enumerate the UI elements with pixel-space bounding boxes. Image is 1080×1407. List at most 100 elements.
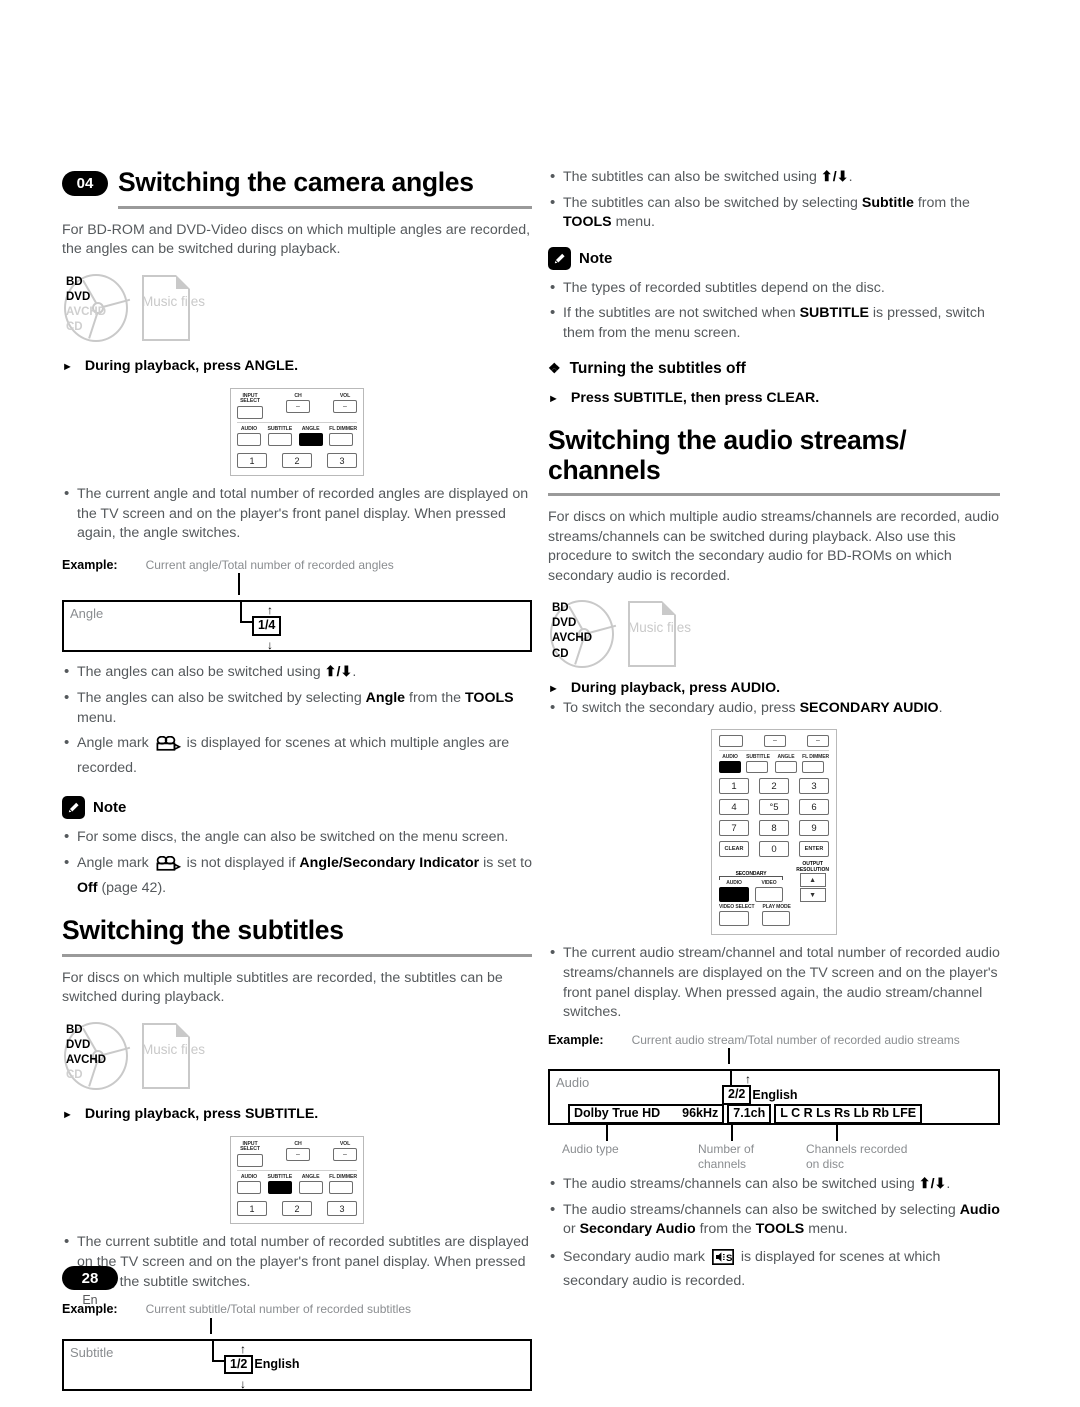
remote-key-7: 7 bbox=[719, 820, 749, 837]
callout-number-of-channels: Number of channels bbox=[698, 1142, 755, 1172]
example-audio-type-chip: Dolby True HD 96kHz bbox=[568, 1104, 725, 1124]
down-arrow-icon: ↓ bbox=[267, 638, 273, 653]
remote-key-enter: ENTER bbox=[799, 841, 829, 858]
music-files-label: Music files bbox=[628, 620, 692, 636]
pencil-note-icon bbox=[548, 246, 571, 270]
remote-key-1: 1 bbox=[719, 778, 749, 795]
example-label: Example: bbox=[62, 558, 118, 573]
example-chip-language: English bbox=[254, 1357, 300, 1372]
camera-angles-intro: For BD-ROM and DVD-Video discs on which … bbox=[62, 221, 531, 258]
audio-streams-bullets: The current audio stream/channel and tot… bbox=[548, 943, 1000, 1022]
note-block-angles: Note For some discs, the angle can also … bbox=[62, 796, 532, 898]
remote-key-video-select: VIDEO SELECT bbox=[719, 904, 755, 927]
list-item: For some discs, the angle can also be sw… bbox=[62, 827, 532, 848]
subtitles-bullets-2: The subtitles can also be switched using… bbox=[548, 167, 1000, 233]
callout-channels-recorded: Channels recorded on disc bbox=[806, 1142, 908, 1172]
title-rule bbox=[548, 493, 1000, 497]
section-audio-streams-header: Switching the audio streams/ channels bbox=[548, 425, 1000, 497]
example-caption: Current subtitle/Total number of recorde… bbox=[145, 1302, 412, 1317]
title-rule bbox=[62, 953, 532, 957]
remote-key-resolution-up: ▲ bbox=[799, 873, 826, 888]
remote-key-fl-dimmer: FL DIMMER bbox=[802, 754, 829, 774]
remote-key-3: 3 bbox=[327, 453, 357, 469]
note-block-subtitles: Note The types of recorded subtitles dep… bbox=[548, 246, 1000, 344]
remote-key-vol: VOL – bbox=[333, 1141, 357, 1167]
disc-label-avchd: AVCHD bbox=[552, 632, 593, 645]
example-screen-label: Audio bbox=[556, 1075, 590, 1091]
section-camera-angles-header: 04 Switching the camera angles bbox=[62, 167, 532, 209]
disc-label-cd: CD bbox=[66, 1069, 83, 1082]
disc-label-dvd: DVD bbox=[66, 1038, 91, 1051]
example-screen-label: Subtitle bbox=[70, 1344, 114, 1360]
angle-mark-icon bbox=[155, 735, 181, 759]
up-arrow-icon: ↑ bbox=[240, 1341, 246, 1356]
list-item: The audio streams/channels can also be s… bbox=[548, 1200, 1000, 1240]
remote-key-audio: AUDIO bbox=[237, 1174, 261, 1195]
disc-icon: BD DVD AVCHD CD bbox=[62, 1020, 134, 1092]
updown-arrows: ⬆/⬇ bbox=[820, 169, 849, 185]
disc-label-cd: CD bbox=[66, 321, 83, 334]
up-arrow-icon: ↑ bbox=[267, 603, 273, 618]
step-text: During playback, press ANGLE. bbox=[84, 357, 299, 374]
remote-key-subtitle: SUBTITLE bbox=[746, 754, 770, 774]
list-item: The subtitles can also be switched using… bbox=[548, 167, 1000, 188]
list-item: Secondary audio mark S is displayed for … bbox=[548, 1247, 1000, 1291]
step-text: Press SUBTITLE, then press CLEAR. bbox=[570, 389, 820, 406]
audio-streams-bullets-2: The audio streams/channels can also be s… bbox=[548, 1174, 1000, 1291]
list-item: If the subtitles are not switched when S… bbox=[548, 303, 1000, 343]
remote-key-ch: – bbox=[764, 734, 786, 747]
manual-page: 04 Switching the camera angles For BD-RO… bbox=[0, 0, 1080, 1407]
step-press-subtitle-clear: ► Press SUBTITLE, then press CLEAR. bbox=[548, 390, 1000, 406]
remote-key-3: 3 bbox=[327, 1201, 357, 1217]
secondary-audio-mark-icon: S bbox=[711, 1248, 735, 1272]
remote-key-4: 4 bbox=[719, 799, 749, 816]
media-support-icons-audio: BD DVD AVCHD CD Music files bbox=[548, 598, 1000, 670]
disc-label-dvd: DVD bbox=[552, 617, 577, 630]
example-chip-audio: 2/2 bbox=[722, 1085, 752, 1105]
note-items-angles: For some discs, the angle can also be sw… bbox=[62, 827, 532, 898]
camera-angles-bullets: The current angle and total number of re… bbox=[62, 484, 532, 544]
remote-key-5: °5 bbox=[759, 799, 789, 816]
disc-label-bd: BD bbox=[66, 1023, 83, 1036]
triangle-bullet-icon: ► bbox=[62, 360, 73, 373]
triangle-bullet-icon: ► bbox=[62, 1108, 73, 1121]
example-screen-subtitle: Subtitle 1/2 English ↑ ↓ bbox=[62, 1338, 532, 1391]
step-text: During playback, press SUBTITLE. bbox=[84, 1105, 319, 1122]
list-item: The current subtitle and total number of… bbox=[62, 1232, 532, 1292]
up-arrow-icon: ↑ bbox=[745, 1072, 751, 1087]
svg-text:S: S bbox=[726, 1253, 733, 1264]
example-angle-display: Example: Current angle/Total number of r… bbox=[62, 558, 532, 653]
remote-key-input-select bbox=[719, 734, 743, 747]
step-press-subtitle: ► During playback, press SUBTITLE. bbox=[62, 1106, 532, 1122]
example-screen-angle: Angle 1/4 ↑ ↓ bbox=[62, 600, 532, 653]
music-files-label: Music files bbox=[142, 1041, 206, 1057]
disc-label-avchd: AVCHD bbox=[66, 305, 107, 318]
page-title-camera-angles: Switching the camera angles bbox=[118, 167, 474, 197]
angle-mark-icon bbox=[155, 855, 181, 879]
example-channels-chip: 7.1ch bbox=[727, 1104, 772, 1124]
section-subtitles-header: Switching the subtitles bbox=[62, 915, 532, 957]
remote-key-angle: ANGLE bbox=[775, 754, 797, 774]
remote-key-secondary-video: VIDEO bbox=[755, 880, 783, 903]
list-item: The subtitles can also be switched by se… bbox=[548, 193, 1000, 233]
title-rule bbox=[118, 205, 532, 209]
pencil-note-icon bbox=[62, 796, 85, 820]
remote-key-fl-dimmer: FL DIMMER bbox=[329, 1174, 357, 1195]
callout-audio-type: Audio type bbox=[562, 1142, 619, 1157]
step-press-angle: ► During playback, press ANGLE. bbox=[62, 358, 532, 374]
remote-key-1: 1 bbox=[237, 453, 267, 469]
example-caption: Current angle/Total number of recorded a… bbox=[145, 558, 394, 573]
media-support-icons-subtitles: BD DVD AVCHD CD Music files bbox=[62, 1020, 532, 1092]
remote-key-play-mode: PLAY MODE bbox=[762, 904, 791, 927]
remote-key-subtitle: SUBTITLE bbox=[267, 426, 292, 447]
disc-label-avchd: AVCHD bbox=[66, 1054, 107, 1067]
page-number-badge: 28 bbox=[62, 1266, 118, 1290]
subheading-turning-subtitles-off: ❖ Turning the subtitles off bbox=[548, 359, 746, 377]
example-audio-display: Example: Current audio stream/Total numb… bbox=[548, 1032, 1000, 1171]
subtitles-intro: For discs on which multiple subtitles ar… bbox=[62, 969, 503, 1006]
remote-key-1: 1 bbox=[237, 1201, 267, 1217]
example-caption: Current audio stream/Total number of rec… bbox=[631, 1032, 960, 1047]
updown-arrows: ⬆/⬇ bbox=[918, 1176, 947, 1193]
subtitles-bullets: The current subtitle and total number of… bbox=[62, 1232, 532, 1292]
list-item: The angles can also be switched using ⬆/… bbox=[62, 662, 532, 683]
